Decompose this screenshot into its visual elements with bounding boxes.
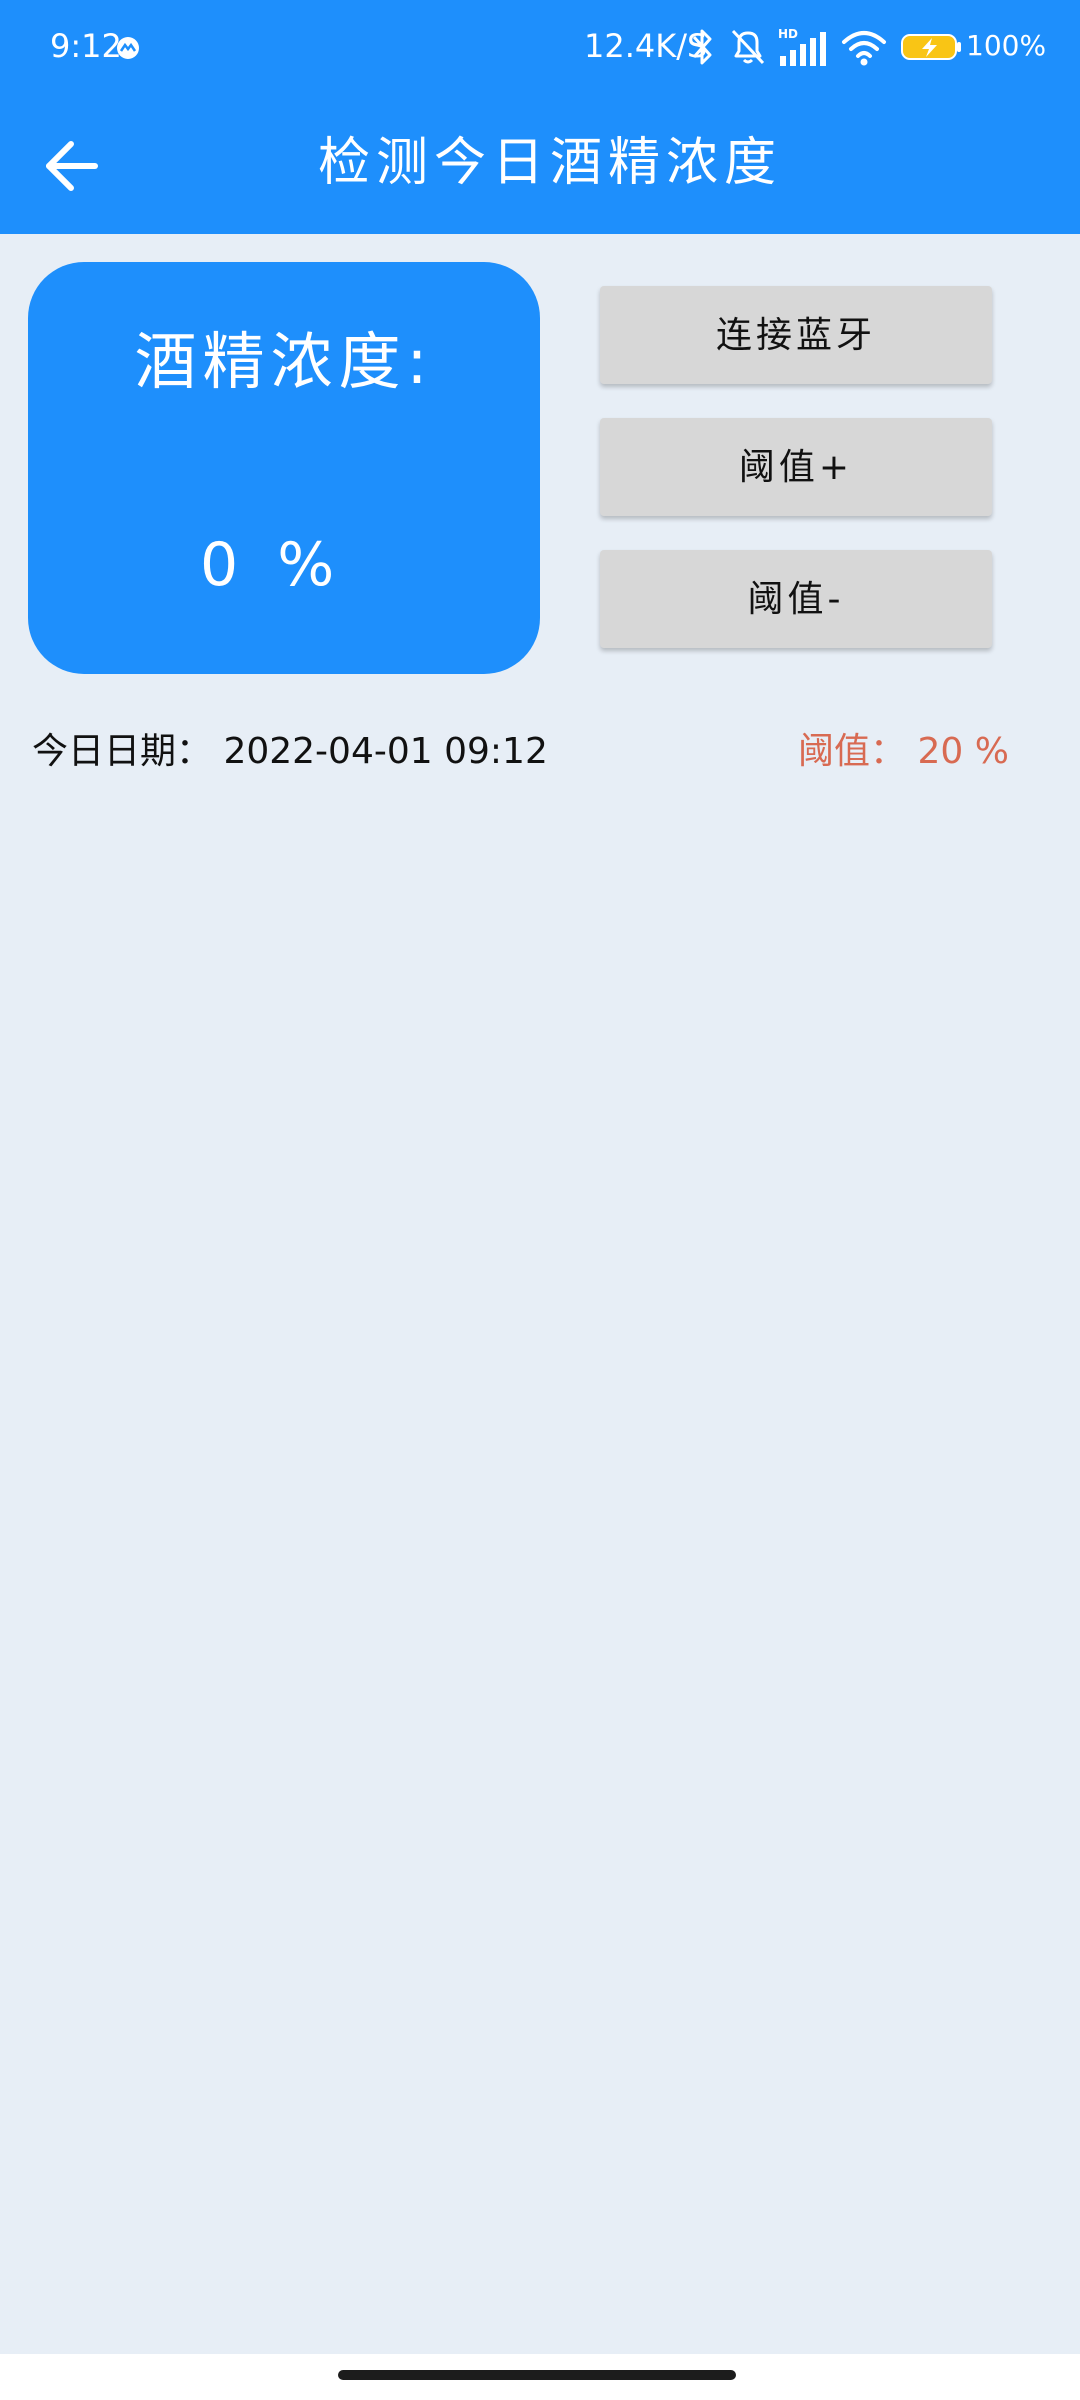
concentration-card: 酒精浓度: 0 % bbox=[28, 262, 540, 674]
battery-charging-icon bbox=[901, 34, 961, 60]
back-button[interactable] bbox=[30, 125, 112, 207]
today-date: 今日日期： 2022-04-01 09:12 bbox=[32, 731, 548, 772]
threshold-value: 阈值： 20 % bbox=[798, 731, 1009, 772]
header: 9:12 12.4K/S HD 100% 检测今日酒精浓度 bbox=[0, 0, 1080, 234]
status-time: 9:12 bbox=[50, 27, 122, 65]
navigation-bar bbox=[0, 2354, 1080, 2400]
concentration-value: 0 % bbox=[200, 530, 345, 600]
app-notification-icon bbox=[117, 37, 139, 59]
threshold-minus-button[interactable]: 阈值- bbox=[600, 550, 992, 648]
home-indicator[interactable] bbox=[338, 2370, 736, 2380]
svg-text:HD: HD bbox=[778, 27, 798, 41]
concentration-label: 酒精浓度: bbox=[134, 325, 434, 398]
status-bar: 9:12 12.4K/S HD 100% bbox=[0, 0, 1080, 95]
app-bar: 检测今日酒精浓度 bbox=[0, 95, 1080, 234]
arrow-left-icon bbox=[46, 141, 98, 191]
bluetooth-icon bbox=[692, 29, 712, 65]
app-screen: 9:12 12.4K/S HD 100% 检测今日酒精浓度 酒精浓度: 0 % … bbox=[0, 0, 1080, 2400]
wifi-icon bbox=[842, 31, 886, 66]
threshold-plus-button[interactable]: 阈值+ bbox=[600, 418, 992, 516]
mute-bell-icon bbox=[731, 29, 765, 65]
connect-bluetooth-button[interactable]: 连接蓝牙 bbox=[600, 286, 992, 384]
battery-percent: 100% bbox=[966, 29, 1047, 62]
page-title: 检测今日酒精浓度 bbox=[317, 133, 782, 193]
hd-signal-icon: HD bbox=[778, 27, 826, 66]
